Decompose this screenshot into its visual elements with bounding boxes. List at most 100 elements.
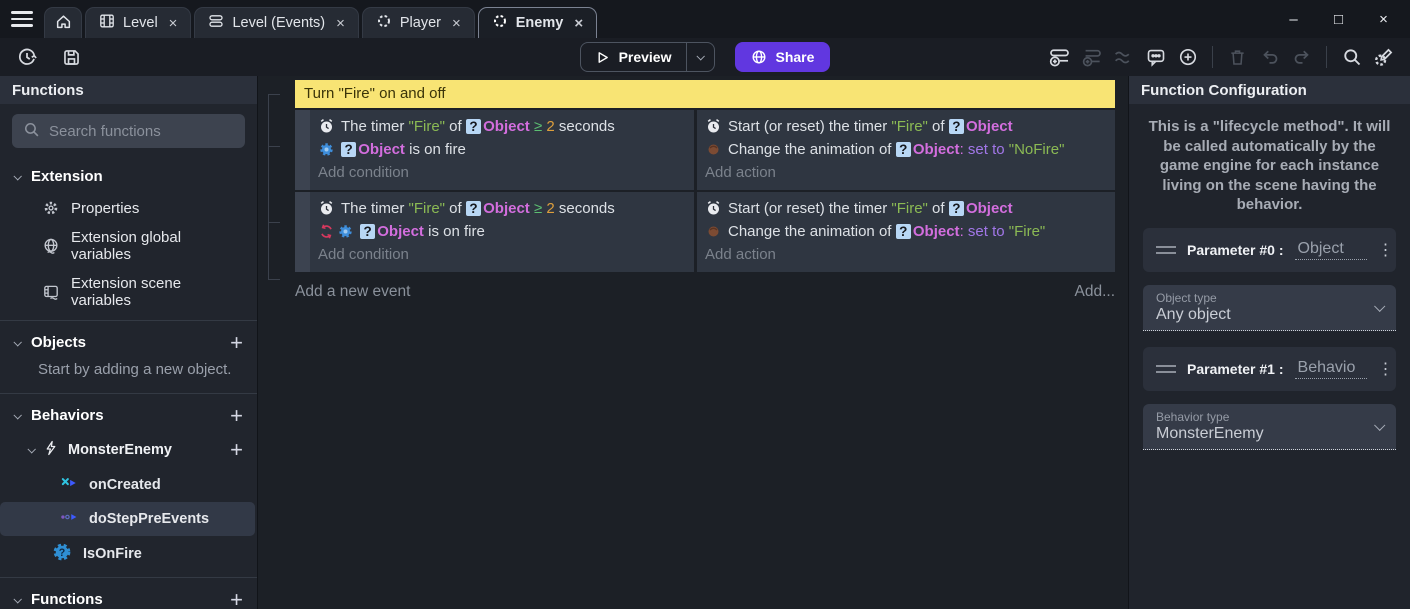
- tab-level[interactable]: Level ×: [85, 7, 191, 38]
- condition-line[interactable]: ?Object is on fire: [318, 138, 686, 161]
- behavior-monsterenemy[interactable]: MonsterEnemy +: [0, 432, 257, 468]
- delete-icon[interactable]: [1223, 43, 1252, 72]
- save-icon[interactable]: [57, 43, 86, 72]
- config-header: Function Configuration: [1129, 76, 1410, 104]
- add-action-link[interactable]: Add action: [705, 243, 1107, 266]
- behavior-gear-icon: [337, 223, 354, 240]
- add-condition-link[interactable]: Add condition: [318, 243, 686, 266]
- chevron-down-icon: [1374, 420, 1385, 431]
- close-tab-icon[interactable]: ×: [452, 15, 461, 32]
- sidebar-item-dostepprevents[interactable]: doStepPreEvents: [0, 502, 255, 536]
- search-input[interactable]: [49, 123, 234, 140]
- text-segment: Object: [483, 200, 530, 217]
- sidebar-item-oncreated[interactable]: onCreated: [0, 468, 257, 502]
- text-segment: 2: [546, 118, 554, 135]
- kebab-menu-icon[interactable]: ⋮: [1378, 359, 1398, 379]
- kebab-menu-icon[interactable]: ⋮: [1378, 240, 1398, 260]
- undo-icon[interactable]: [1255, 43, 1284, 72]
- event-block-1[interactable]: The timer "Fire" of ?Object ≥ 2 seconds …: [295, 110, 1115, 190]
- action-text: Start (or reset) the timer "Fire" of ?Ob…: [728, 115, 1013, 138]
- section-objects[interactable]: Objects +: [0, 326, 257, 359]
- text-segment: Change the animation of: [728, 141, 896, 158]
- add-circle-icon[interactable]: [1173, 43, 1202, 72]
- tab-label: Level (Events): [232, 15, 325, 31]
- tab-player[interactable]: Player ×: [362, 7, 475, 38]
- add-function-button[interactable]: +: [230, 592, 243, 608]
- sidebar-item-label: IsOnFire: [83, 546, 142, 562]
- maximize-button[interactable]: □: [1316, 11, 1361, 28]
- text-segment: ?: [896, 224, 911, 239]
- add-event-icon[interactable]: [1045, 43, 1074, 72]
- tab-home[interactable]: [44, 7, 82, 38]
- tab-label: Enemy: [516, 15, 564, 31]
- condition-text: ?Object is on fire: [341, 138, 466, 161]
- action-line[interactable]: Start (or reset) the timer "Fire" of ?Ob…: [705, 197, 1107, 220]
- event-drag-handle[interactable]: [295, 192, 310, 272]
- condition-line[interactable]: The timer "Fire" of ?Object ≥ 2 seconds: [318, 197, 686, 220]
- edit-extension-icon[interactable]: [1369, 43, 1398, 72]
- search-events-icon[interactable]: [1337, 43, 1366, 72]
- close-tab-icon[interactable]: ×: [574, 15, 583, 32]
- text-segment: ?: [341, 142, 356, 157]
- condition-line[interactable]: ?Object is on fire: [318, 220, 686, 243]
- event-block-2[interactable]: The timer "Fire" of ?Object ≥ 2 seconds …: [295, 192, 1115, 272]
- sidebar-item-properties[interactable]: Properties: [0, 193, 257, 223]
- section-label: Extension: [31, 168, 103, 185]
- add-behavior-button[interactable]: +: [230, 408, 243, 424]
- redo-icon[interactable]: [1287, 43, 1316, 72]
- section-extension[interactable]: Extension: [0, 160, 257, 193]
- add-new-event-link[interactable]: Add a new event: [295, 283, 410, 301]
- add-subevent-icon[interactable]: [1077, 43, 1106, 72]
- behavior-gear-icon: [318, 141, 335, 158]
- add-more-link[interactable]: Add...: [1075, 283, 1116, 301]
- add-event-row: Add a new event Add...: [295, 283, 1115, 301]
- preview-options-chevron-icon[interactable]: [686, 43, 714, 71]
- sidebar-item-scene-variables[interactable]: Extension scene variables: [0, 269, 257, 315]
- text-segment: of: [445, 200, 466, 217]
- parameter-name-input[interactable]: Behavio: [1295, 359, 1367, 379]
- actions-column: Start (or reset) the timer "Fire" of ?Ob…: [694, 192, 1115, 272]
- add-object-button[interactable]: +: [230, 335, 243, 351]
- add-comment-icon[interactable]: [1141, 43, 1170, 72]
- add-action-link[interactable]: Add action: [705, 161, 1107, 184]
- drag-handle-icon[interactable]: [1156, 246, 1176, 254]
- behavior-bolt-icon: [43, 440, 59, 460]
- sidebar-item-global-variables[interactable]: Extension global variables: [0, 223, 257, 269]
- object-type-select[interactable]: Object type Any object: [1143, 285, 1396, 331]
- timer-icon: [705, 118, 722, 135]
- section-functions[interactable]: Functions +: [0, 583, 257, 609]
- search-box[interactable]: [12, 114, 245, 148]
- text-segment: "Fire": [891, 118, 927, 135]
- version-history-icon[interactable]: [12, 43, 41, 72]
- add-condition-link[interactable]: Add condition: [318, 161, 686, 184]
- comment-text: Turn "Fire" on and off: [304, 85, 446, 102]
- text-segment: of: [928, 200, 949, 217]
- parameter-name-input[interactable]: Object: [1295, 240, 1367, 260]
- event-drag-handle[interactable]: [295, 110, 310, 190]
- share-button[interactable]: Share: [735, 42, 831, 72]
- close-tab-icon[interactable]: ×: [169, 15, 178, 32]
- type-value: Any object: [1156, 306, 1231, 324]
- action-line[interactable]: Change the animation of ?Object: set to …: [705, 138, 1107, 161]
- sidebar-item-isonfire[interactable]: ? IsOnFire: [0, 536, 257, 572]
- text-segment: Change the animation of: [728, 223, 896, 240]
- parameter-card-1: Parameter #1 : Behavio ⋮: [1143, 347, 1396, 391]
- main-menu-icon[interactable]: [11, 9, 33, 29]
- drag-handle-icon[interactable]: [1156, 365, 1176, 373]
- section-behaviors[interactable]: Behaviors +: [0, 399, 257, 432]
- action-line[interactable]: Change the animation of ?Object: set to …: [705, 220, 1107, 243]
- tab-level-events[interactable]: Level (Events) ×: [194, 7, 358, 38]
- condition-line[interactable]: The timer "Fire" of ?Object ≥ 2 seconds: [318, 115, 686, 138]
- behavior-type-select[interactable]: Behavior type MonsterEnemy: [1143, 404, 1396, 450]
- action-line[interactable]: Start (or reset) the timer "Fire" of ?Ob…: [705, 115, 1107, 138]
- preview-button[interactable]: Preview: [581, 43, 686, 71]
- close-button[interactable]: ×: [1361, 11, 1406, 28]
- add-other-event-icon[interactable]: [1109, 43, 1138, 72]
- condition-icons: [318, 223, 354, 240]
- add-function-to-behavior-button[interactable]: +: [230, 442, 243, 458]
- event-comment[interactable]: Turn "Fire" on and off: [295, 80, 1115, 108]
- tab-enemy[interactable]: Enemy ×: [478, 7, 597, 38]
- actions-column: Start (or reset) the timer "Fire" of ?Ob…: [694, 110, 1115, 190]
- close-tab-icon[interactable]: ×: [336, 15, 345, 32]
- minimize-button[interactable]: –: [1271, 11, 1316, 28]
